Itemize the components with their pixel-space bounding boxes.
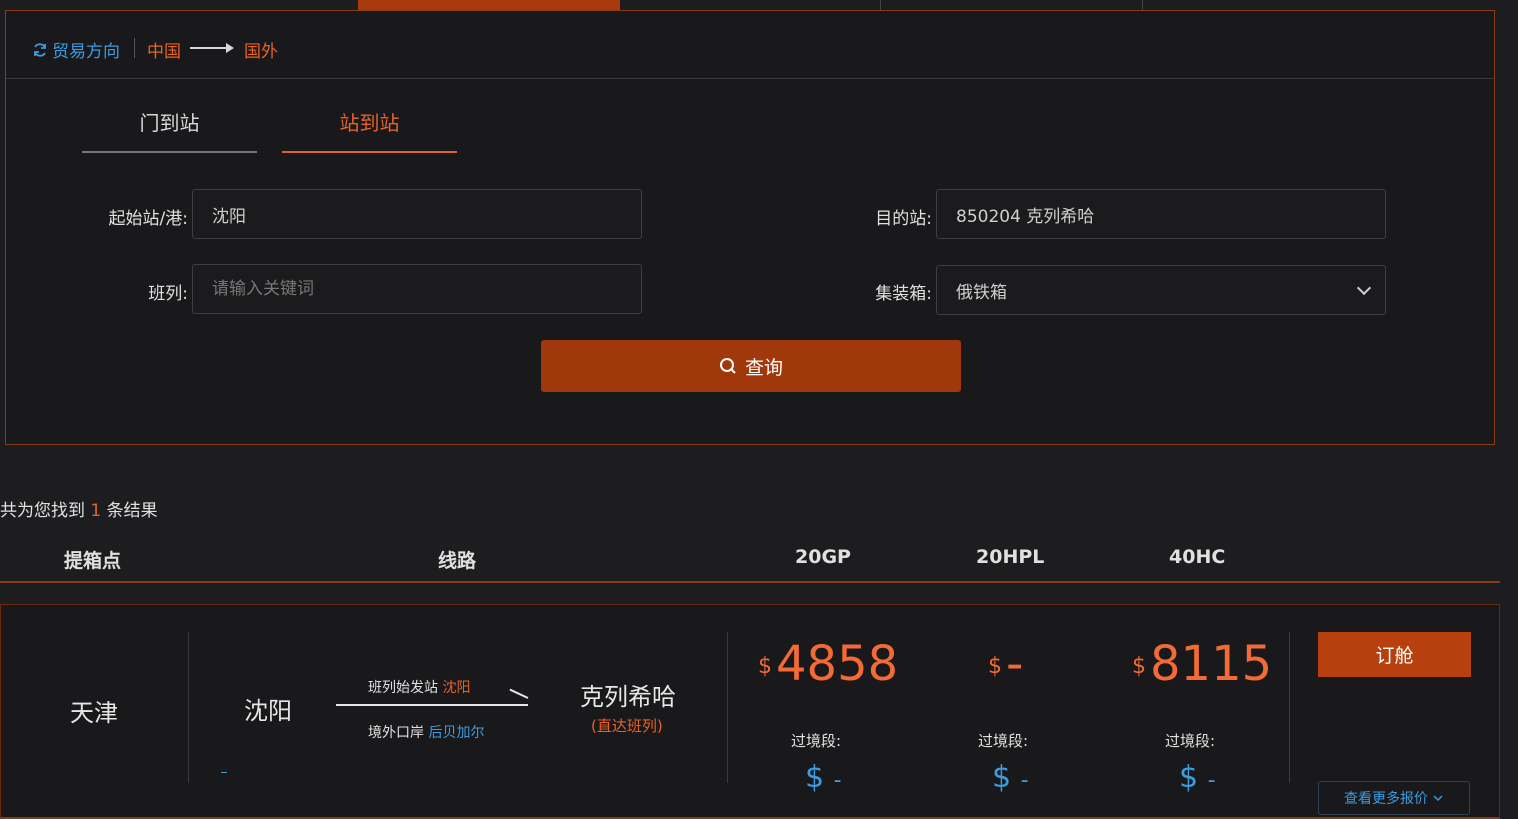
result-count: 共为您找到 1 条结果	[0, 496, 158, 521]
destination-label: 目的站:	[875, 209, 932, 229]
result-count-suffix: 条结果	[106, 501, 158, 521]
route-destination: 克列希哈	[580, 683, 676, 711]
more-quotes-label: 查看更多报价	[1344, 791, 1428, 807]
price-20gp-value: 4858	[776, 636, 899, 692]
direction-arrow-icon	[190, 47, 228, 49]
search-panel: 贸易方向 中国 国外 门到站 站到站 起始站/港: 沈阳 目的站: 850204…	[5, 10, 1495, 445]
cell-divider	[727, 632, 728, 783]
price-20gp: $4858	[758, 634, 898, 697]
transit-price-40hc: $ -	[1179, 758, 1216, 801]
container-label: 集装箱:	[875, 284, 932, 304]
container-select-value: 俄铁箱	[956, 282, 1007, 303]
transit-label-40hc: 过境段:	[1165, 732, 1216, 750]
destination-field[interactable]: 850204 克列希哈	[936, 189, 1386, 239]
currency-symbol: $	[1179, 760, 1199, 795]
destination-note: (直达班列)	[591, 717, 663, 735]
divider	[134, 38, 135, 58]
transit-40hc-value: -	[1207, 768, 1216, 793]
top-tab-divider	[880, 0, 881, 10]
top-tab-strip	[0, 0, 1518, 10]
train-input[interactable]	[192, 264, 642, 314]
top-tab-active[interactable]	[358, 0, 620, 10]
currency-symbol: $	[1132, 654, 1146, 679]
header-pickup: 提箱点	[64, 550, 122, 572]
transit-label-20hpl: 过境段:	[978, 732, 1029, 750]
result-count-prefix: 共为您找到	[0, 501, 85, 521]
query-button-label: 查询	[744, 356, 783, 379]
price-40hc: $8115	[1132, 634, 1272, 697]
query-button[interactable]: 查询	[541, 340, 961, 392]
direction-from: 中国	[147, 42, 181, 62]
cell-divider	[1289, 632, 1290, 783]
top-tab-divider	[1142, 0, 1143, 10]
trade-direction-label: 贸易方向	[52, 42, 120, 62]
direction-to: 国外	[244, 42, 278, 62]
route-origin: 沈阳	[244, 697, 292, 725]
transit-20gp-value: -	[833, 768, 842, 793]
header-40hc: 40HC	[1169, 546, 1226, 568]
route-arrow-icon	[336, 704, 528, 706]
header-route: 线路	[438, 550, 477, 572]
header-20hpl: 20HPL	[976, 546, 1045, 568]
train-label: 班列:	[148, 284, 188, 304]
currency-symbol: $	[805, 760, 825, 795]
table-row	[0, 604, 1500, 819]
header-20gp: 20GP	[795, 546, 851, 568]
transit-20hpl-value: -	[1020, 768, 1029, 793]
trade-direction-bar: 贸易方向 中国 国外	[6, 11, 1494, 79]
transit-label-20gp: 过境段:	[791, 732, 842, 750]
departure-station-label: 班列始发站	[368, 680, 438, 696]
route-departure-info: 班列始发站 沈阳	[368, 677, 470, 697]
header-divider	[0, 581, 1500, 583]
currency-symbol: $	[758, 654, 772, 679]
border-port-value: 后贝加尔	[428, 725, 485, 741]
container-select[interactable]: 俄铁箱	[936, 265, 1386, 315]
transit-price-20hpl: $ -	[992, 758, 1029, 801]
book-button[interactable]: 订舱	[1318, 632, 1471, 677]
more-quotes-button[interactable]: 查看更多报价	[1318, 781, 1470, 815]
result-count-number: 1	[90, 501, 102, 521]
chevron-down-icon	[1433, 795, 1443, 802]
search-icon	[719, 358, 736, 374]
tab-station-to-station[interactable]: 站到站	[282, 107, 457, 153]
pickup-point: 天津	[70, 699, 118, 727]
chevron-down-icon	[1356, 280, 1372, 296]
decorative-dash	[221, 772, 227, 773]
price-40hc-value: 8115	[1150, 636, 1273, 692]
departure-station-value: 沈阳	[442, 680, 471, 696]
transit-price-20gp: $ -	[805, 758, 842, 801]
price-20hpl-value: -	[1006, 636, 1024, 692]
trade-direction-toggle[interactable]: 贸易方向	[32, 37, 120, 62]
price-20hpl: $-	[988, 634, 1023, 697]
route-border-port-info: 境外口岸 后贝加尔	[368, 722, 484, 742]
currency-symbol: $	[988, 654, 1002, 679]
refresh-icon	[34, 42, 46, 57]
cell-divider	[188, 632, 189, 783]
border-port-label: 境外口岸	[368, 725, 424, 741]
currency-symbol: $	[992, 760, 1012, 795]
tab-door-to-station[interactable]: 门到站	[82, 107, 257, 153]
origin-field[interactable]: 沈阳	[192, 189, 642, 239]
direction-arrow-head-icon	[226, 43, 234, 53]
origin-label: 起始站/港:	[108, 209, 188, 229]
